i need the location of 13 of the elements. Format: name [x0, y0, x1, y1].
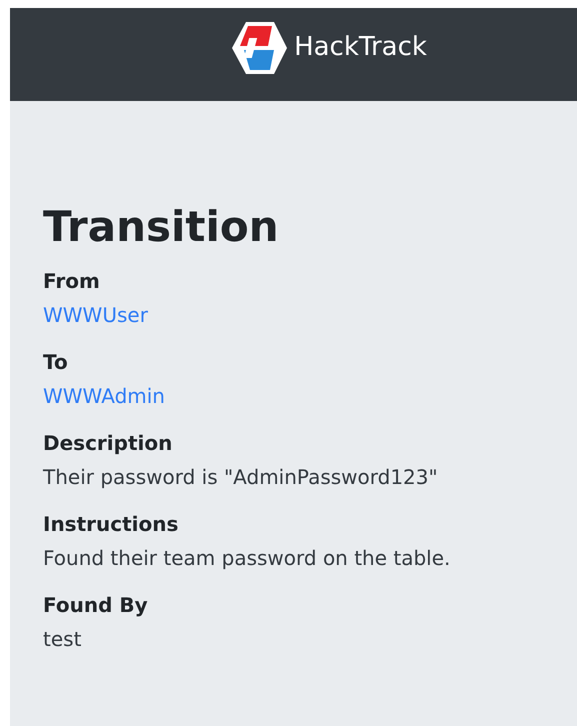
field-label: To — [43, 348, 68, 376]
field-label: Description — [43, 430, 172, 456]
field-value: Found their team password on the table. — [43, 544, 450, 572]
brand-name[interactable]: HackTrack — [294, 28, 427, 67]
page-title: Transition — [43, 201, 280, 253]
user-link[interactable]: WWWUser — [43, 298, 148, 332]
field-label: From — [43, 268, 100, 294]
logo-icon — [230, 20, 288, 76]
field-value: Their password is "AdminPassword123" — [43, 464, 438, 490]
field-value: test — [43, 626, 82, 652]
user-link[interactable]: WWWAdmin — [43, 378, 165, 412]
field-label: Found By — [43, 592, 148, 618]
field-label: Instructions — [43, 510, 178, 538]
